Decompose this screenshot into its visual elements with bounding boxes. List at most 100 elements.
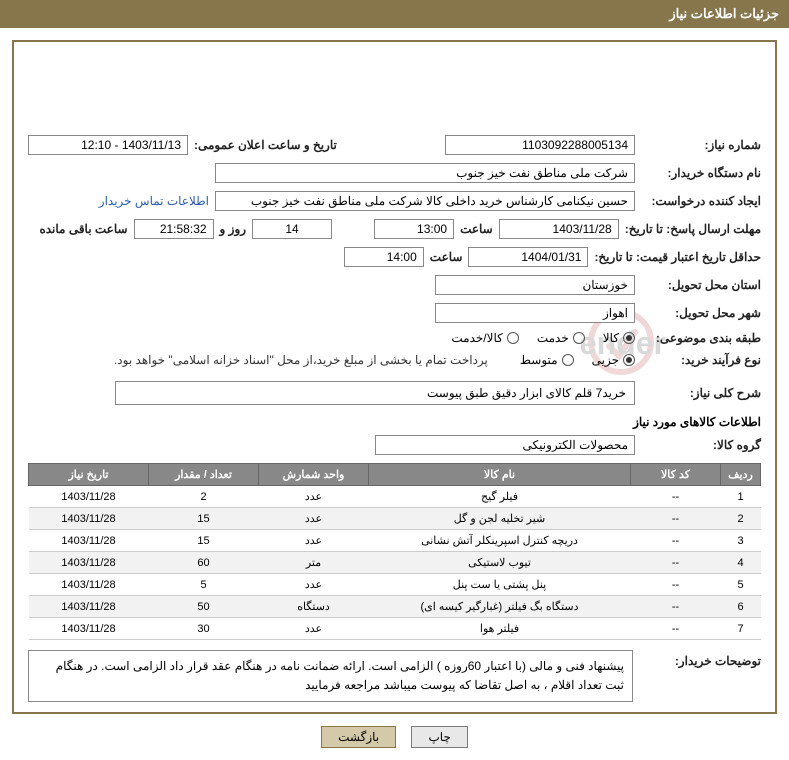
- goods-table: ردیف کد کالا نام کالا واحد شمارش تعداد /…: [28, 463, 761, 640]
- field-city: اهواز: [435, 303, 635, 323]
- classification-radio-group: کالا خدمت کالا/خدمت: [451, 331, 635, 345]
- cell-code: --: [631, 486, 721, 508]
- cell-code: --: [631, 596, 721, 618]
- cell-n: 5: [721, 574, 761, 596]
- label-buyer-org: نام دستگاه خریدار:: [641, 166, 761, 180]
- cell-qty: 2: [149, 486, 259, 508]
- cell-code: --: [631, 552, 721, 574]
- content-panel: AriaTender .net شماره نیاز: 110309228800…: [12, 40, 777, 714]
- cell-qty: 15: [149, 508, 259, 530]
- cell-name: فیلتر هوا: [369, 618, 631, 640]
- label-announce-date: تاریخ و ساعت اعلان عمومی:: [194, 138, 337, 152]
- table-row: 6--دستگاه بگ فیلتر (غبارگیر کیسه ای)دستگ…: [29, 596, 761, 618]
- cell-n: 6: [721, 596, 761, 618]
- cell-date: 1403/11/28: [29, 530, 149, 552]
- field-main-desc: خرید7 قلم کالای ابزار دقیق طبق پیوست: [115, 381, 635, 405]
- label-classification: طبقه بندی موضوعی:: [641, 331, 761, 345]
- cell-n: 7: [721, 618, 761, 640]
- cell-unit: متر: [259, 552, 369, 574]
- label-process-type: نوع فرآیند خرید:: [641, 353, 761, 367]
- cell-n: 3: [721, 530, 761, 552]
- cell-code: --: [631, 530, 721, 552]
- th-qty: تعداد / مقدار: [149, 464, 259, 486]
- cell-qty: 5: [149, 574, 259, 596]
- cell-date: 1403/11/28: [29, 596, 149, 618]
- label-time1: ساعت: [460, 222, 493, 236]
- cell-qty: 15: [149, 530, 259, 552]
- label-valid-until: حداقل تاریخ اعتبار قیمت: تا تاریخ:: [594, 250, 761, 264]
- cell-qty: 30: [149, 618, 259, 640]
- radio-medium[interactable]: [562, 354, 574, 366]
- label-deadline: مهلت ارسال پاسخ: تا تاریخ:: [625, 222, 761, 236]
- label-goods-group: گروه کالا:: [641, 438, 761, 452]
- cell-unit: عدد: [259, 486, 369, 508]
- label-buyer-notes: توضیحات خریدار:: [641, 650, 761, 668]
- cell-n: 4: [721, 552, 761, 574]
- field-valid-time: 14:00: [344, 247, 424, 267]
- cell-date: 1403/11/28: [29, 574, 149, 596]
- label-time2: ساعت: [430, 250, 463, 264]
- cell-name: تیوب لاستیکی: [369, 552, 631, 574]
- cell-unit: عدد: [259, 618, 369, 640]
- radio-service-label: خدمت: [537, 331, 569, 345]
- cell-n: 2: [721, 508, 761, 530]
- radio-medium-label: متوسط: [520, 353, 558, 367]
- table-row: 7--فیلتر هواعدد301403/11/28: [29, 618, 761, 640]
- cell-code: --: [631, 508, 721, 530]
- radio-service[interactable]: [573, 332, 585, 344]
- table-row: 4--تیوب لاستیکیمتر601403/11/28: [29, 552, 761, 574]
- contact-link[interactable]: اطلاعات تماس خریدار: [99, 194, 209, 208]
- radio-minor[interactable]: [623, 354, 635, 366]
- field-deadline-date: 1403/11/28: [499, 219, 619, 239]
- label-remaining: ساعت باقی مانده: [39, 222, 127, 236]
- cell-name: پنل پشتی یا ست پنل: [369, 574, 631, 596]
- label-province: استان محل تحویل:: [641, 278, 761, 292]
- cell-qty: 50: [149, 596, 259, 618]
- table-row: 1--فیلر گیجعدد21403/11/28: [29, 486, 761, 508]
- th-code: کد کالا: [631, 464, 721, 486]
- cell-unit: عدد: [259, 574, 369, 596]
- cell-date: 1403/11/28: [29, 508, 149, 530]
- process-radio-group: جزیی متوسط: [520, 353, 635, 367]
- field-requester: حسین نیکنامی کارشناس خرید داخلی کالا شرک…: [215, 191, 635, 211]
- label-main-desc: شرح کلی نیاز:: [641, 386, 761, 400]
- page-header: جزئیات اطلاعات نیاز: [0, 0, 789, 28]
- cell-qty: 60: [149, 552, 259, 574]
- label-days-and: روز و: [220, 222, 247, 236]
- cell-date: 1403/11/28: [29, 618, 149, 640]
- th-date: تاریخ نیاز: [29, 464, 149, 486]
- field-valid-date: 1404/01/31: [468, 247, 588, 267]
- table-row: 5--پنل پشتی یا ست پنلعدد51403/11/28: [29, 574, 761, 596]
- field-announce-date: 1403/11/13 - 12:10: [28, 135, 188, 155]
- table-row: 3--دریچه کنترل اسپرینکلر آتش نشانیعدد151…: [29, 530, 761, 552]
- radio-goods[interactable]: [623, 332, 635, 344]
- label-city: شهر محل تحویل:: [641, 306, 761, 320]
- cell-date: 1403/11/28: [29, 552, 149, 574]
- cell-name: فیلر گیج: [369, 486, 631, 508]
- field-province: خوزستان: [435, 275, 635, 295]
- field-buyer-org: شرکت ملی مناطق نفت خیز جنوب: [215, 163, 635, 183]
- field-buyer-notes: پیشنهاد فنی و مالی (با اعتبار 60روزه ) ا…: [28, 650, 633, 702]
- th-unit: واحد شمارش: [259, 464, 369, 486]
- field-goods-group: محصولات الکترونیکی: [375, 435, 635, 455]
- cell-unit: عدد: [259, 530, 369, 552]
- radio-goods-label: کالا: [603, 331, 619, 345]
- cell-code: --: [631, 618, 721, 640]
- cell-unit: عدد: [259, 508, 369, 530]
- cell-code: --: [631, 574, 721, 596]
- cell-name: شیر تخلیه لجن و گل: [369, 508, 631, 530]
- table-row: 2--شیر تخلیه لجن و گلعدد151403/11/28: [29, 508, 761, 530]
- cell-unit: دستگاه: [259, 596, 369, 618]
- cell-name: دریچه کنترل اسپرینکلر آتش نشانی: [369, 530, 631, 552]
- goods-info-header: اطلاعات کالاهای مورد نیاز: [28, 415, 761, 429]
- cell-date: 1403/11/28: [29, 486, 149, 508]
- field-need-no: 1103092288005134: [445, 135, 635, 155]
- label-requester: ایجاد کننده درخواست:: [641, 194, 761, 208]
- radio-both-label: کالا/خدمت: [451, 331, 502, 345]
- cell-name: دستگاه بگ فیلتر (غبارگیر کیسه ای): [369, 596, 631, 618]
- radio-both[interactable]: [507, 332, 519, 344]
- field-remaining-days: 14: [252, 219, 332, 239]
- process-note: پرداخت تمام یا بخشی از مبلغ خرید،از محل …: [114, 353, 488, 367]
- radio-minor-label: جزیی: [592, 353, 619, 367]
- label-need-no: شماره نیاز:: [641, 138, 761, 152]
